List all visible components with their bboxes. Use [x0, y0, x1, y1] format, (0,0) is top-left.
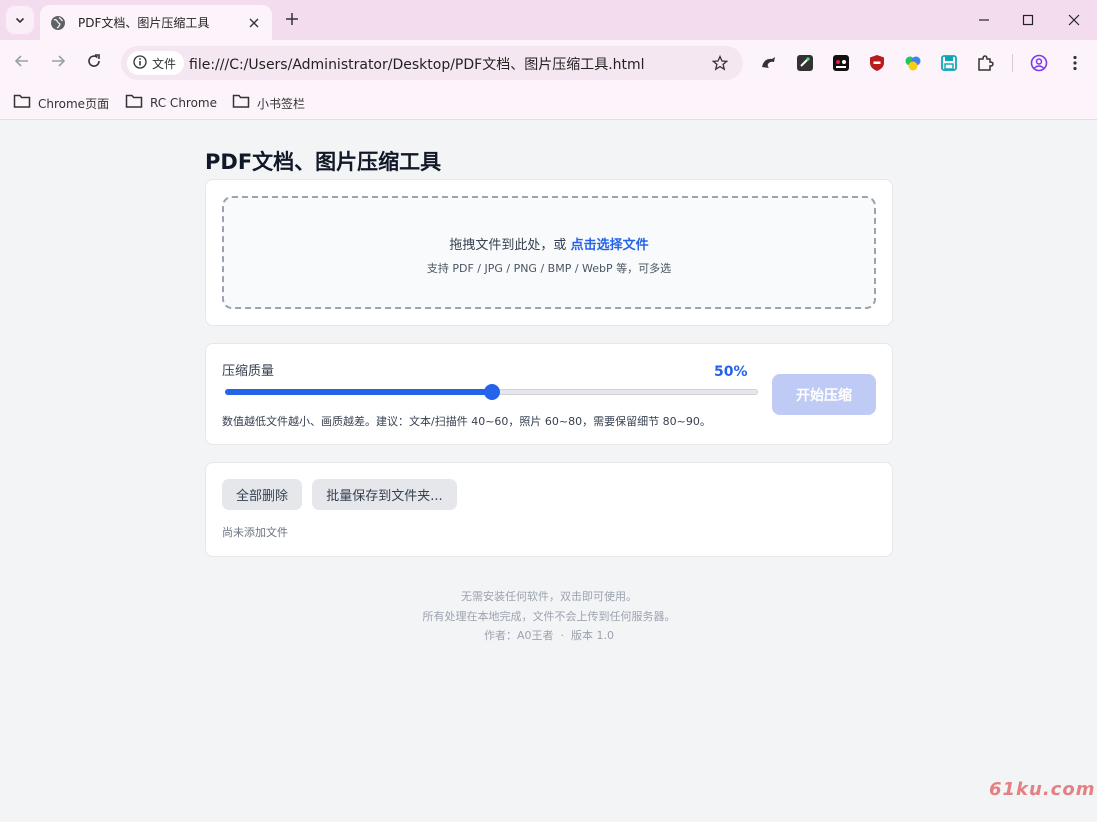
delete-all-button[interactable]: 全部删除 [222, 479, 302, 510]
dropzone-text: 拖拽文件到此处，或 点击选择文件 [224, 234, 874, 253]
new-tab-button[interactable] [281, 9, 303, 31]
batch-save-button[interactable]: 批量保存到文件夹... [312, 479, 457, 510]
site-info-label: 文件 [152, 56, 177, 71]
footer-line-2: 所有处理在本地完成，文件不会上传到任何服务器。 [422, 610, 676, 623]
slider-thumb[interactable] [484, 384, 500, 400]
extension-save-icon[interactable] [938, 52, 960, 74]
quality-hint: 数值越低文件越小、画质越差。建议：文本/扫描件 40~60，照片 60~80，需… [222, 415, 711, 428]
extension-shield-icon[interactable] [866, 52, 888, 74]
profile-icon[interactable] [1028, 52, 1050, 74]
bookmark-rc-chrome[interactable]: RC Chrome [125, 93, 217, 113]
extension-leaf-icon[interactable] [902, 52, 924, 74]
back-button[interactable] [10, 51, 34, 75]
url-text[interactable]: file:///C:/Users/Administrator/Desktop/P… [189, 54, 645, 74]
choose-file-link[interactable]: 点击选择文件 [571, 238, 649, 253]
tab-strip: PDF文档、图片压缩工具 [0, 0, 1097, 40]
bookmark-label: RC Chrome [150, 96, 218, 110]
reload-button[interactable] [82, 51, 106, 75]
maximize-button[interactable] [1016, 8, 1040, 32]
quality-card: 压缩质量 50% 开始压缩 数值越低文件越小、画质越差。建议：文本/扫描件 40… [205, 343, 893, 445]
extension-face-icon[interactable] [830, 52, 852, 74]
globe-icon [50, 15, 66, 31]
kebab-menu-icon[interactable] [1064, 52, 1086, 74]
dropzone-prompt: 拖拽文件到此处，或 [449, 238, 567, 253]
quality-label: 压缩质量 [222, 364, 275, 379]
arrow-right-icon [50, 53, 66, 73]
bookmark-small-bookmarks[interactable]: 小书签栏 [232, 93, 305, 113]
toolbar-divider [1012, 54, 1013, 72]
bookmark-label: 小书签栏 [257, 96, 306, 111]
minimize-button[interactable] [972, 8, 996, 32]
tab-title: PDF文档、图片压缩工具 [78, 16, 210, 30]
info-icon [133, 54, 147, 73]
star-icon[interactable] [711, 54, 729, 72]
empty-file-list-text: 尚未添加文件 [222, 526, 288, 539]
start-compress-button[interactable]: 开始压缩 [772, 374, 876, 415]
footer-line-1: 无需安装任何软件，双击即可使用。 [461, 590, 637, 603]
minimize-icon [978, 11, 990, 30]
extension-link-icon[interactable] [794, 52, 816, 74]
puzzle-icon[interactable] [974, 52, 996, 74]
dropzone-hint: 支持 PDF / JPG / PNG / BMP / WebP 等，可多选 [426, 262, 672, 275]
address-bar[interactable]: 文件 file:///C:/Users/Administrator/Deskto… [121, 46, 743, 80]
site-info-chip[interactable]: 文件 [127, 51, 185, 75]
quality-slider[interactable] [225, 382, 758, 402]
folder-icon [232, 93, 250, 113]
bookmarks-bar: Chrome页面 RC Chrome 小书签栏 [0, 86, 1097, 120]
site-watermark: 61ku.com [989, 779, 1096, 800]
file-dropzone[interactable]: 拖拽文件到此处，或 点击选择文件 支持 PDF / JPG / PNG / BM… [222, 196, 876, 309]
close-icon [1068, 11, 1080, 30]
browser-tab[interactable]: PDF文档、图片压缩工具 [40, 5, 272, 40]
folder-icon [125, 93, 143, 113]
maximize-icon [1022, 11, 1034, 30]
chevron-down-icon [14, 11, 26, 30]
forward-button[interactable] [46, 51, 70, 75]
browser-toolbar: 文件 file:///C:/Users/Administrator/Deskto… [0, 40, 1097, 86]
tab-search-button[interactable] [6, 6, 34, 34]
arrow-left-icon [14, 53, 30, 73]
upload-card: 拖拽文件到此处，或 点击选择文件 支持 PDF / JPG / PNG / BM… [205, 179, 893, 326]
slider-fill [225, 389, 492, 395]
folder-icon [13, 93, 31, 113]
reload-icon [86, 53, 102, 73]
page-title: PDF文档、图片压缩工具 [205, 150, 442, 174]
bookmark-chrome-pages[interactable]: Chrome页面 [13, 93, 109, 113]
close-icon[interactable] [244, 13, 264, 33]
quality-value: 50% [714, 364, 748, 380]
bookmark-label: Chrome页面 [38, 96, 110, 111]
window-close-button[interactable] [1062, 8, 1086, 32]
extension-swirl-icon[interactable] [758, 52, 780, 74]
file-list-card: 全部删除 批量保存到文件夹... 尚未添加文件 [205, 462, 893, 557]
plus-icon [285, 11, 299, 30]
footer-line-3: 作者：A0王者 · 版本 1.0 [484, 629, 614, 642]
